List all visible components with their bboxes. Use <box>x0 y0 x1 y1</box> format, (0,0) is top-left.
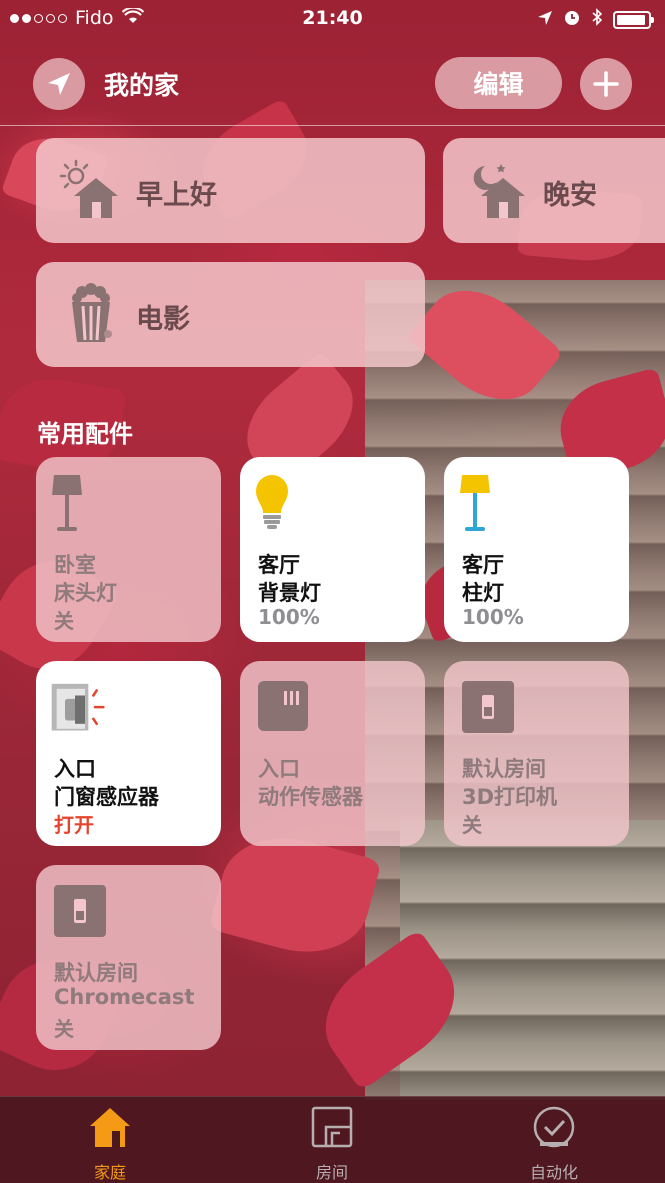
accessory-living-ambient-light[interactable]: 客厅 背景灯 100% <box>240 457 425 642</box>
scene-good-morning[interactable]: 早上好 <box>36 138 425 243</box>
battery-icon <box>613 10 654 29</box>
scene-label: 电影 <box>136 304 190 335</box>
scene-label: 晚安 <box>543 180 597 211</box>
accessory-room: 客厅 <box>258 553 300 577</box>
accessory-status: 100% <box>462 605 524 629</box>
tab-label: 自动化 <box>529 1163 578 1182</box>
alarm-icon <box>563 8 581 31</box>
status-bar: Fido 21:40 <box>0 0 665 36</box>
page-title: 我的家 <box>104 71 180 100</box>
accessory-status: 关 <box>54 609 74 633</box>
location-arrow-icon <box>48 73 70 95</box>
add-button[interactable] <box>580 58 632 110</box>
accessory-status: 100% <box>258 605 320 629</box>
section-title-favorites: 常用配件 <box>37 420 133 448</box>
sunrise-home-icon <box>59 159 118 218</box>
tab-rooms[interactable]: 房间 <box>252 1097 412 1183</box>
popcorn-icon <box>72 283 112 342</box>
table-lamp-icon <box>52 475 82 531</box>
accessory-status: 关 <box>462 813 482 837</box>
accessory-bedroom-lamp[interactable]: 卧室 床头灯 关 <box>36 457 221 642</box>
accessory-room: 默认房间 <box>462 757 546 781</box>
accessory-name: 床头灯 <box>54 581 117 605</box>
accessory-room: 入口 <box>258 757 300 781</box>
accessory-name: 门窗感应器 <box>54 785 159 809</box>
bluetooth-icon <box>591 8 603 31</box>
light-bulb-icon <box>256 475 288 529</box>
door-sensor-icon <box>51 683 105 731</box>
scene-movie[interactable]: 电影 <box>36 262 425 367</box>
accessory-name: 背景灯 <box>258 581 321 605</box>
automation-clock-icon <box>533 1106 575 1148</box>
location-button[interactable] <box>33 58 85 110</box>
tab-label: 房间 <box>315 1163 348 1182</box>
moon-home-icon <box>473 164 525 218</box>
tab-bar: 家庭 房间 自动化 <box>0 1096 665 1183</box>
accessory-name: 柱灯 <box>462 581 504 605</box>
accessory-room: 客厅 <box>462 553 504 577</box>
scene-label: 早上好 <box>136 180 217 211</box>
accessory-name: 动作传感器 <box>258 785 363 809</box>
outlet-icon <box>54 885 106 937</box>
accessory-room: 卧室 <box>54 553 96 577</box>
tab-label: 家庭 <box>93 1163 126 1182</box>
accessory-entry-motion-sensor[interactable]: 入口 动作传感器 <box>240 661 425 846</box>
accessory-name: Chromecast <box>54 985 195 1009</box>
motion-sensor-icon <box>258 681 308 731</box>
home-icon <box>90 1108 130 1147</box>
header-divider <box>0 125 665 126</box>
accessory-living-floor-lamp[interactable]: 客厅 柱灯 100% <box>444 457 629 642</box>
accessory-status: 打开 <box>54 813 94 837</box>
accessory-room: 入口 <box>54 757 96 781</box>
accessory-chromecast[interactable]: 默认房间 Chromecast 关 <box>36 865 221 1050</box>
scene-good-night[interactable]: 晚安 <box>443 138 665 243</box>
accessory-room: 默认房间 <box>54 961 138 985</box>
accessory-name: 3D打印机 <box>462 785 558 809</box>
outlet-icon <box>462 681 514 733</box>
accessory-status: 关 <box>54 1017 74 1041</box>
tab-automation[interactable]: 自动化 <box>474 1097 634 1183</box>
floor-lamp-icon <box>460 475 490 531</box>
location-services-icon <box>537 9 553 31</box>
status-icons <box>537 8 654 31</box>
accessory-entry-door-sensor[interactable]: 入口 门窗感应器 打开 <box>36 661 221 846</box>
tab-home[interactable]: 家庭 <box>30 1097 190 1183</box>
edit-button[interactable]: 编辑 <box>435 57 562 109</box>
accessory-3d-printer[interactable]: 默认房间 3D打印机 关 <box>444 661 629 846</box>
rooms-icon <box>311 1106 353 1148</box>
plus-icon <box>593 71 619 97</box>
